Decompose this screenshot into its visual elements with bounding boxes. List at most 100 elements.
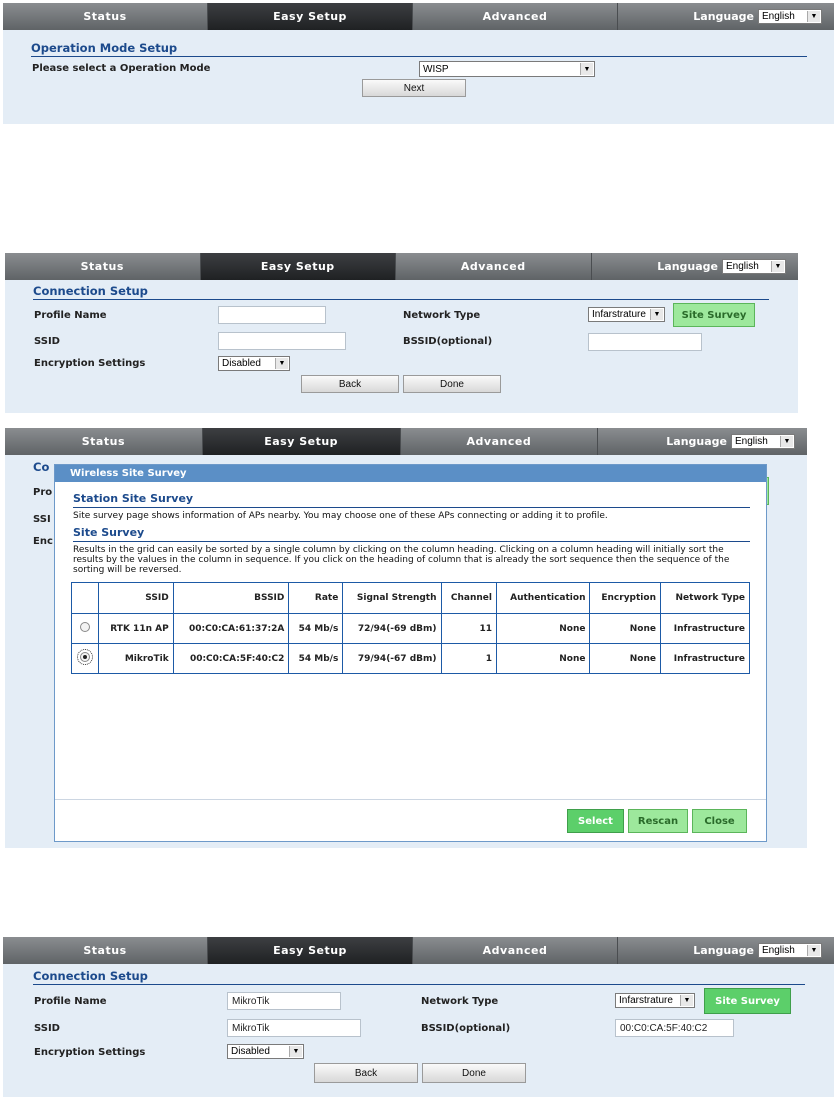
encryption-cell: None bbox=[589, 643, 661, 674]
tab-status[interactable]: Status bbox=[3, 937, 208, 964]
divider bbox=[73, 541, 750, 542]
tab-easy-setup[interactable]: Easy Setup bbox=[202, 428, 401, 455]
network-type-value: Infarstrature bbox=[619, 995, 673, 1006]
radio-column-header bbox=[71, 582, 99, 614]
auth-cell: None bbox=[495, 643, 591, 674]
connection-setup-screen: Status Easy Setup Advanced Language Engl… bbox=[5, 253, 798, 413]
language-dropdown[interactable]: English ▼ bbox=[758, 9, 822, 24]
station-survey-title: Station Site Survey bbox=[73, 492, 194, 505]
language-dropdown[interactable]: English ▼ bbox=[722, 259, 786, 274]
column-header[interactable]: Encryption bbox=[589, 582, 661, 614]
back-button[interactable]: Back bbox=[301, 375, 399, 393]
column-header[interactable]: Authentication bbox=[495, 582, 591, 614]
language-dropdown[interactable]: English ▼ bbox=[758, 943, 822, 958]
profile-name-label: Profile Name bbox=[34, 996, 107, 1007]
profile-name-label: Profile Name bbox=[34, 310, 107, 321]
tab-advanced[interactable]: Advanced bbox=[396, 253, 592, 280]
language-selector: Language English ▼ bbox=[598, 428, 807, 455]
bssid-cell: 00:C0:CA:61:37:2A bbox=[172, 613, 290, 644]
tab-advanced[interactable]: Advanced bbox=[413, 3, 618, 30]
tab-easy-setup[interactable]: Easy Setup bbox=[208, 937, 413, 964]
profile-name-input[interactable] bbox=[218, 306, 326, 324]
column-header[interactable]: SSID bbox=[98, 582, 174, 614]
tab-advanced[interactable]: Advanced bbox=[413, 937, 618, 964]
network-type-select[interactable]: Infarstrature ▼ bbox=[588, 307, 665, 322]
language-value: English bbox=[762, 945, 795, 956]
operation-mode-screen: Status Easy Setup Advanced Language Engl… bbox=[3, 3, 834, 124]
done-button[interactable]: Done bbox=[403, 375, 501, 393]
row-radio-cell bbox=[71, 643, 99, 674]
column-header[interactable]: Rate bbox=[288, 582, 344, 614]
profile-name-input[interactable]: MikroTik bbox=[227, 992, 341, 1010]
table-row[interactable]: RTK 11n AP 00:C0:CA:61:37:2A 54 Mb/s 72/… bbox=[71, 613, 751, 644]
dialog-header: Wireless Site Survey bbox=[55, 465, 766, 482]
row-radio-selected[interactable] bbox=[77, 649, 93, 665]
rescan-button[interactable]: Rescan bbox=[628, 809, 688, 833]
ssid-input[interactable] bbox=[218, 332, 346, 350]
operation-mode-label: Please select a Operation Mode bbox=[32, 63, 211, 74]
tab-status[interactable]: Status bbox=[5, 428, 203, 455]
behind-label: SSI bbox=[33, 514, 51, 525]
ssid-label: SSID bbox=[34, 336, 60, 347]
section-title: Connection Setup bbox=[33, 284, 148, 298]
ssid-input[interactable]: MikroTik bbox=[227, 1019, 361, 1037]
site-survey-button[interactable]: Site Survey bbox=[704, 988, 791, 1014]
site-survey-button[interactable]: Site Survey bbox=[673, 303, 755, 327]
network-type-select[interactable]: Infarstrature ▼ bbox=[615, 993, 695, 1008]
language-label: Language bbox=[693, 944, 754, 957]
site-survey-text: Results in the grid can easily be sorted… bbox=[73, 545, 730, 575]
language-value: English bbox=[762, 11, 795, 22]
connection-setup-filled-screen: Status Easy Setup Advanced Language Engl… bbox=[3, 937, 834, 1097]
column-header[interactable]: Signal Strength bbox=[342, 582, 442, 614]
column-header[interactable]: Channel bbox=[440, 582, 497, 614]
encryption-select[interactable]: Disabled ▼ bbox=[218, 356, 290, 371]
table-row[interactable]: MikroTik 00:C0:CA:5F:40:C2 54 Mb/s 79/94… bbox=[71, 643, 751, 674]
behind-label: Pro bbox=[33, 487, 53, 498]
dialog-footer-divider bbox=[55, 799, 766, 800]
ssid-label: SSID bbox=[34, 1023, 60, 1034]
operation-mode-select[interactable]: WISP ▼ bbox=[419, 61, 595, 77]
close-button[interactable]: Close bbox=[692, 809, 747, 833]
top-nav: Status Easy Setup Advanced Language Engl… bbox=[3, 937, 834, 964]
language-selector: Language English ▼ bbox=[618, 937, 834, 964]
bssid-input[interactable] bbox=[588, 333, 702, 351]
behind-label: Enc bbox=[33, 536, 53, 547]
signal-cell: 79/94(-67 dBm) bbox=[342, 643, 442, 674]
back-button[interactable]: Back bbox=[314, 1063, 418, 1083]
language-value: English bbox=[726, 261, 759, 272]
tab-easy-setup[interactable]: Easy Setup bbox=[200, 253, 396, 280]
chevron-down-icon: ▼ bbox=[807, 945, 820, 956]
language-selector: Language English ▼ bbox=[592, 253, 799, 280]
tab-advanced[interactable]: Advanced bbox=[401, 428, 599, 455]
encryption-select[interactable]: Disabled ▼ bbox=[227, 1044, 304, 1059]
language-label: Language bbox=[693, 10, 754, 23]
select-button[interactable]: Select bbox=[567, 809, 624, 833]
section-divider bbox=[31, 56, 807, 57]
channel-cell: 1 bbox=[440, 643, 497, 674]
row-radio[interactable] bbox=[80, 622, 90, 632]
chevron-down-icon: ▼ bbox=[650, 309, 663, 320]
next-button[interactable]: Next bbox=[362, 79, 466, 97]
column-header[interactable]: Network Type bbox=[659, 582, 751, 614]
ssid-cell: MikroTik bbox=[98, 643, 174, 674]
bssid-input[interactable]: 00:C0:CA:5F:40:C2 bbox=[615, 1019, 734, 1037]
chevron-down-icon: ▼ bbox=[275, 358, 288, 369]
language-dropdown[interactable]: English ▼ bbox=[731, 434, 795, 449]
column-header[interactable]: BSSID bbox=[172, 582, 290, 614]
chevron-down-icon: ▼ bbox=[780, 436, 793, 447]
rate-cell: 54 Mb/s bbox=[288, 643, 344, 674]
site-survey-title: Site Survey bbox=[73, 526, 145, 539]
tab-status[interactable]: Status bbox=[5, 253, 201, 280]
rate-cell: 54 Mb/s bbox=[288, 613, 344, 644]
network-type-value: Infarstrature bbox=[592, 309, 646, 320]
bssid-label: BSSID(optional) bbox=[403, 336, 493, 347]
section-divider bbox=[33, 299, 769, 300]
tab-easy-setup[interactable]: Easy Setup bbox=[208, 3, 413, 30]
network-type-cell: Infrastructure bbox=[659, 643, 751, 674]
chevron-down-icon: ▼ bbox=[680, 995, 693, 1006]
done-button[interactable]: Done bbox=[422, 1063, 526, 1083]
behind-section-title: Co bbox=[33, 460, 50, 474]
site-survey-dialog: Wireless Site Survey Station Site Survey… bbox=[54, 464, 767, 842]
bssid-label: BSSID(optional) bbox=[421, 1023, 511, 1034]
tab-status[interactable]: Status bbox=[3, 3, 208, 30]
